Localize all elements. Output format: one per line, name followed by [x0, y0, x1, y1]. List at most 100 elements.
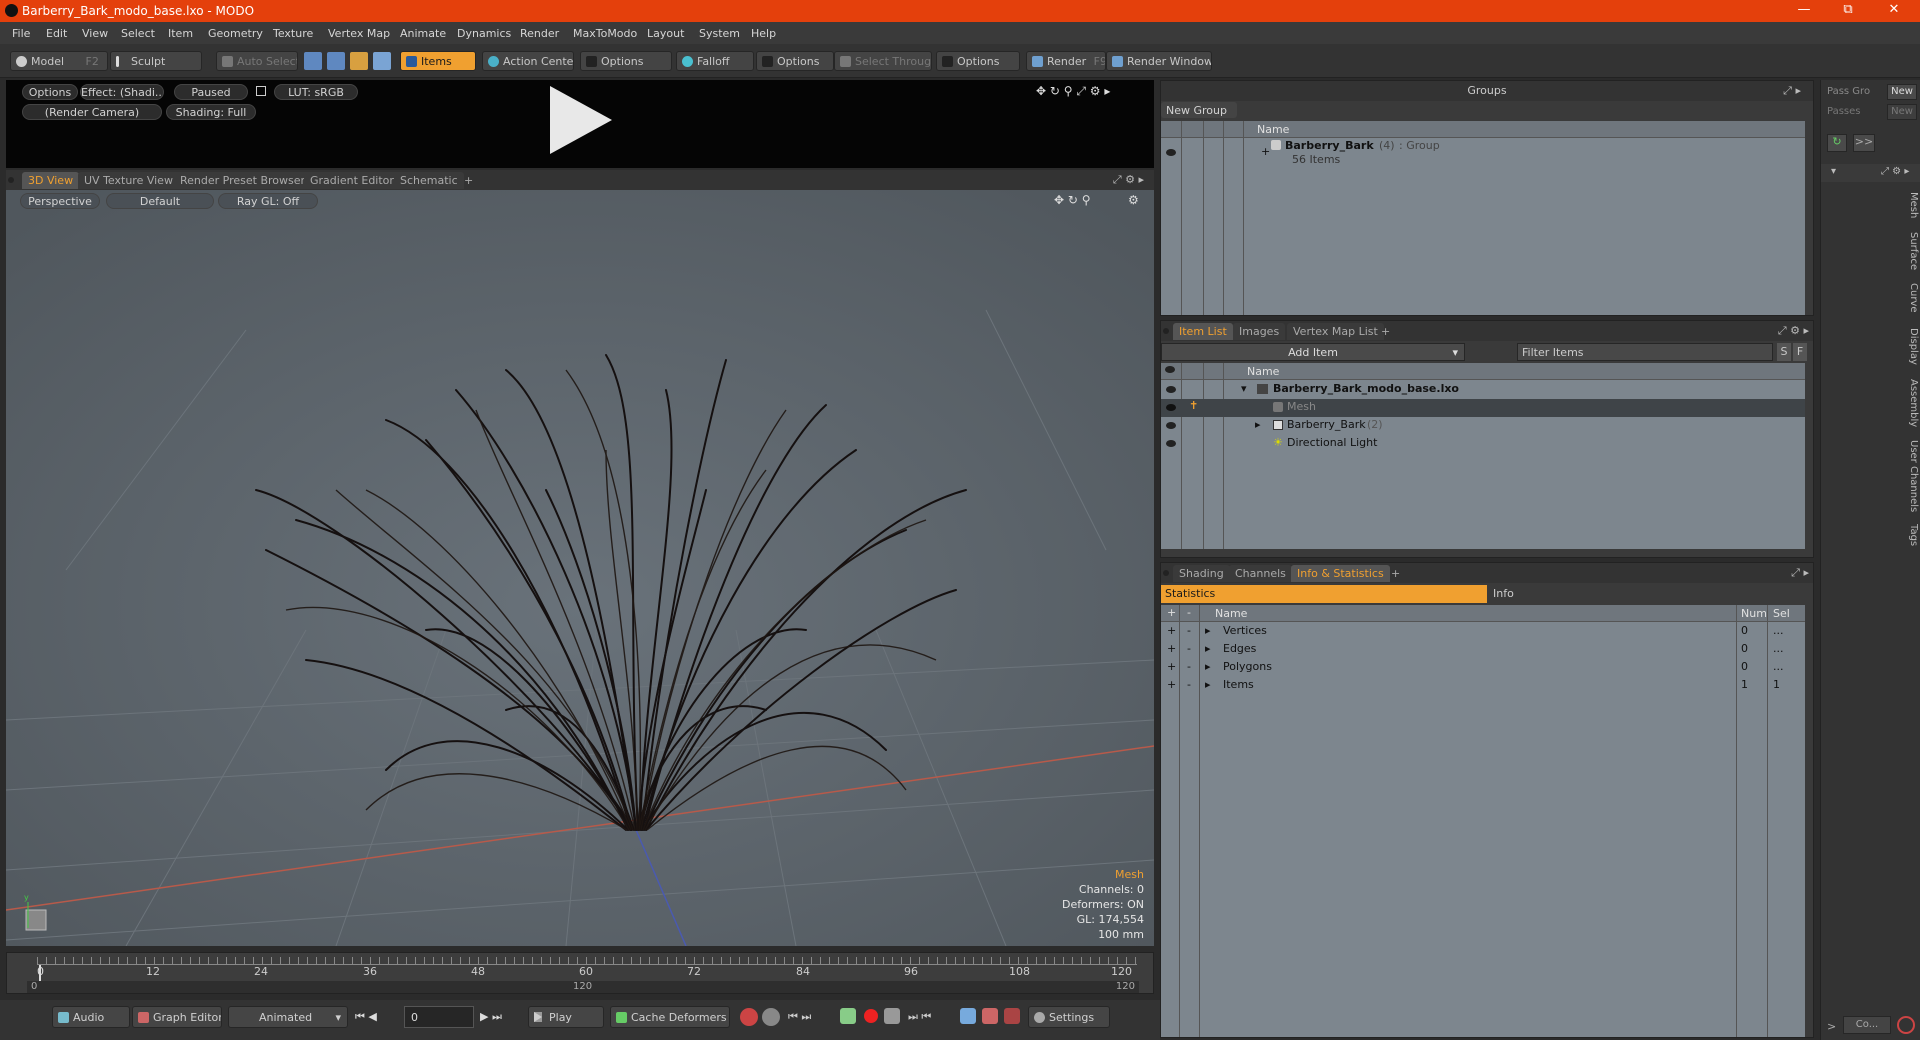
- expand-icon[interactable]: ▸: [1205, 624, 1211, 637]
- add-tab-button[interactable]: +: [1385, 565, 1406, 582]
- visibility-eye-icon[interactable]: [1166, 404, 1176, 411]
- preview-nav-icons[interactable]: ✥ ↻ ⚲ ⤢ ⚙ ▸: [1036, 84, 1110, 99]
- minimize-icon[interactable]: —: [1784, 2, 1824, 20]
- graph-editor-button[interactable]: Graph Editor: [132, 1006, 222, 1028]
- falloff-options-button[interactable]: Options: [756, 51, 834, 71]
- new-group-button[interactable]: New Group: [1161, 102, 1237, 118]
- info-tab-button[interactable]: Info: [1487, 585, 1813, 603]
- new-pass-group-button[interactable]: New: [1887, 84, 1917, 100]
- stat-remove-icon[interactable]: -: [1187, 624, 1191, 637]
- key-step-icons[interactable]: ⏭ ⏮: [908, 1010, 931, 1024]
- menu-render[interactable]: Render: [520, 27, 559, 40]
- tab-uv-texture-view[interactable]: UV Texture View: [78, 172, 179, 189]
- select-through-options-button[interactable]: Options: [936, 51, 1020, 71]
- item-row-light[interactable]: ☀ Directional Light: [1161, 435, 1805, 453]
- expand-icon[interactable]: ▸: [1255, 418, 1261, 431]
- menu-item[interactable]: Item: [168, 27, 193, 40]
- preview-options-button[interactable]: Options: [22, 84, 78, 100]
- viewport-maximize-icon[interactable]: ⤢ ⚙ ▸: [1113, 173, 1144, 187]
- panel-menu-icon[interactable]: [1163, 328, 1169, 334]
- filter-f-button[interactable]: F: [1793, 343, 1807, 361]
- visibility-eye-icon[interactable]: [1166, 386, 1176, 393]
- stat-remove-icon[interactable]: -: [1187, 660, 1191, 673]
- side-tab-mesh[interactable]: Mesh: [1901, 188, 1919, 222]
- menu-system[interactable]: System: [699, 27, 740, 40]
- stat-row-vertices[interactable]: + - ▸ Vertices 0 ...: [1161, 623, 1805, 641]
- menu-view[interactable]: View: [82, 27, 108, 40]
- sidebar-maximize-icon[interactable]: ⤢ ⚙ ▸: [1881, 166, 1909, 177]
- render-camera-dropdown[interactable]: (Render Camera): [22, 104, 162, 120]
- add-icon[interactable]: +: [1261, 145, 1270, 158]
- tab-shading[interactable]: Shading: [1173, 565, 1230, 582]
- stat-row-edges[interactable]: + - ▸ Edges 0 ...: [1161, 641, 1805, 659]
- command-input[interactable]: Co...: [1843, 1016, 1891, 1034]
- select-through-button[interactable]: Select Through: [834, 51, 932, 71]
- raygl-dropdown[interactable]: Ray GL: Off: [218, 193, 318, 209]
- current-frame-input[interactable]: 0: [404, 1006, 474, 1028]
- menu-edit[interactable]: Edit: [46, 27, 67, 40]
- item-list-tree[interactable]: Name ▾ Barberry_Bark_modo_base.lxo ✝ Mes…: [1161, 363, 1805, 549]
- edges-mode-icon[interactable]: [327, 52, 345, 70]
- filter-items-input[interactable]: Filter Items: [1517, 343, 1773, 361]
- stat-remove-icon[interactable]: -: [1187, 642, 1191, 655]
- sculpt-mode-button[interactable]: Sculpt: [110, 51, 202, 71]
- visibility-eye-icon[interactable]: [1166, 440, 1176, 447]
- sidebar-expand-icon[interactable]: >: [1827, 1020, 1836, 1033]
- add-item-dropdown[interactable]: Add Item ▾: [1161, 343, 1465, 361]
- model-mode-button[interactable]: Model F2: [10, 51, 108, 71]
- shading-dropdown[interactable]: Shading: Full: [166, 104, 256, 120]
- key-record-icon[interactable]: [740, 1008, 758, 1026]
- tab-3d-view[interactable]: 3D View: [22, 172, 80, 189]
- mesh-edit-icon[interactable]: ✝: [1189, 399, 1198, 412]
- statistics-maximize-icon[interactable]: ⤢ ▸: [1791, 566, 1809, 580]
- maximize-icon[interactable]: ⧉: [1828, 2, 1868, 20]
- tab-images[interactable]: Images: [1233, 323, 1286, 340]
- record-icon[interactable]: [864, 1009, 878, 1023]
- visibility-eye-icon[interactable]: [1166, 422, 1176, 429]
- statistics-table[interactable]: + - Name Num Sel + - ▸ Vertices 0 ... + …: [1161, 605, 1805, 1037]
- add-tab-button[interactable]: +: [1375, 323, 1396, 340]
- side-tab-user-channels[interactable]: User Channels: [1901, 438, 1919, 514]
- animated-dropdown[interactable]: Animated ▾: [228, 1006, 348, 1028]
- tab-info-statistics[interactable]: Info & Statistics: [1291, 565, 1390, 582]
- lut-dropdown[interactable]: LUT: sRGB: [274, 84, 358, 100]
- polygons-mode-icon[interactable]: [350, 52, 368, 70]
- audio-button[interactable]: Audio: [52, 1006, 130, 1028]
- group-row[interactable]: + Barberry_Bark (4) : Group 56 Items: [1161, 139, 1805, 169]
- expand-right-icon[interactable]: >>: [1853, 134, 1875, 152]
- settings-button[interactable]: Settings: [1028, 1006, 1110, 1028]
- side-tab-display[interactable]: Display: [1901, 324, 1919, 368]
- side-tab-assembly[interactable]: Assembly: [1901, 376, 1919, 430]
- side-tab-curve[interactable]: Curve: [1901, 280, 1919, 316]
- range-bar[interactable]: 0 120 120: [27, 981, 1139, 993]
- visibility-eye-icon[interactable]: [1166, 149, 1176, 156]
- menu-maxtomodo[interactable]: MaxToModo: [573, 27, 637, 40]
- stat-row-items[interactable]: + - ▸ Items 1 1: [1161, 677, 1805, 695]
- panel-menu-icon[interactable]: [1163, 570, 1169, 576]
- stop-icon[interactable]: [1897, 1016, 1915, 1034]
- side-tab-tags[interactable]: Tags: [1901, 520, 1919, 550]
- groups-maximize-icon[interactable]: ⤢ ▸: [1783, 84, 1801, 98]
- items-mode-button[interactable]: Items: [400, 51, 476, 71]
- render-window-button[interactable]: Render Window: [1106, 51, 1212, 71]
- menu-dynamics[interactable]: Dynamics: [457, 27, 511, 40]
- key-clear-icon[interactable]: [1004, 1008, 1020, 1024]
- auto-select-button[interactable]: Auto Select: [216, 51, 298, 71]
- tab-schematic[interactable]: Schematic: [394, 172, 464, 189]
- side-tab-surface[interactable]: Surface: [1901, 228, 1919, 274]
- perspective-dropdown[interactable]: Perspective: [20, 193, 100, 209]
- filter-s-button[interactable]: S: [1777, 343, 1791, 361]
- menu-select[interactable]: Select: [121, 27, 155, 40]
- expand-icon[interactable]: ▾: [1241, 382, 1247, 395]
- action-center-button[interactable]: Action Center: [482, 51, 574, 71]
- key-filter-icon[interactable]: [960, 1008, 976, 1024]
- menu-layout[interactable]: Layout: [647, 27, 684, 40]
- item-list-maximize-icon[interactable]: ⤢ ⚙ ▸: [1778, 324, 1809, 338]
- key-nav-icons[interactable]: ⏮ ⏭: [788, 1010, 811, 1024]
- key-delete-icon[interactable]: [884, 1008, 900, 1024]
- key-set-icon[interactable]: [840, 1008, 856, 1024]
- stat-add-icon[interactable]: +: [1167, 660, 1176, 673]
- tab-item-list[interactable]: Item List: [1173, 323, 1233, 340]
- forward-icons[interactable]: ▶ ⏭: [480, 1010, 502, 1024]
- play-preview-icon[interactable]: [546, 84, 616, 156]
